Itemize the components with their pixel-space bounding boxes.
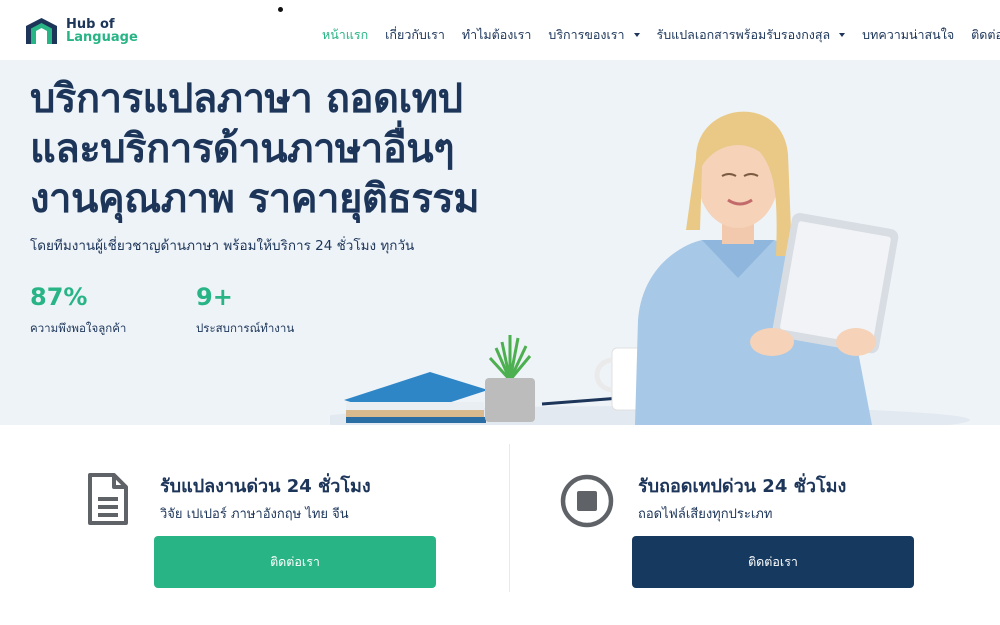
divider — [509, 444, 510, 592]
nav-item-why-us[interactable]: ทำไมต้องเรา — [462, 25, 532, 45]
hero-title-line: และบริการด้านภาษาอื่นๆ — [30, 126, 455, 172]
stat-value: 87% — [30, 283, 88, 311]
logo-wordmark: Hub of Language — [66, 18, 138, 44]
stat-label: ประสบการณ์ทำงาน — [196, 321, 295, 335]
nav-label: บริการของเรา — [548, 27, 625, 42]
card-title: รับแปลงานด่วน 24 ชั่วโมง — [160, 476, 371, 497]
nav-item-contact[interactable]: ติดต่อเรา — [971, 25, 1000, 45]
nav-label: ทำไมต้องเรา — [461, 27, 532, 42]
decorative-dot — [278, 7, 283, 12]
nav-item-home[interactable]: หน้าแรก — [322, 25, 368, 45]
stat-experience: 9+ ประสบการณ์ทำงาน — [196, 282, 294, 338]
stat-value: 9+ — [196, 283, 233, 311]
logo[interactable]: Hub of Language — [26, 18, 138, 44]
nav-label: รับแปลเอกสารพร้อมรับรองกงสุล — [656, 27, 831, 42]
nav-label: หน้าแรก — [322, 27, 369, 42]
stop-circle-icon — [560, 474, 614, 528]
card-subtitle: วิจัย เปเปอร์ ภาษาอังกฤษ ไทย จีน — [160, 507, 349, 522]
chevron-down-icon — [633, 33, 640, 37]
nav-item-articles[interactable]: บทความน่าสนใจ — [862, 25, 954, 45]
logo-line-2: Language — [66, 30, 138, 45]
card-subtitle: ถอดไฟล์เสียงทุกประเภท — [638, 507, 773, 522]
hero-title-line: บริการแปลภาษา ถอดเทป — [30, 76, 463, 122]
service-cards: รับแปลงานด่วน 24 ชั่วโมง วิจัย เปเปอร์ ภ… — [30, 426, 997, 621]
nav-label: บทความน่าสนใจ — [862, 27, 955, 42]
nav-item-certified-translation[interactable]: รับแปลเอกสารพร้อมรับรองกงสุล — [657, 25, 846, 45]
hero-subtitle: โดยทีมงานผู้เชี่ยวชาญด้านภาษา พร้อมให้บร… — [30, 238, 415, 254]
hero-section: บริการแปลภาษา ถอดเทป และบริการด้านภาษาอื… — [0, 60, 1000, 425]
main-nav: หน้าแรก เกี่ยวกับเรา ทำไมต้องเรา บริการข… — [322, 25, 1000, 45]
site-header: Hub of Language หน้าแรก เกี่ยวกับเรา ทำไ… — [0, 0, 1000, 60]
stat-label: ความพึงพอใจลูกค้า — [30, 321, 127, 335]
chevron-down-icon — [839, 33, 846, 37]
nav-label: เกี่ยวกับเรา — [385, 27, 445, 42]
contact-button-transcription[interactable]: ติดต่อเรา — [632, 536, 914, 588]
document-icon — [88, 473, 128, 525]
nav-item-services[interactable]: บริการของเรา — [548, 25, 640, 45]
nav-item-about[interactable]: เกี่ยวกับเรา — [385, 25, 445, 45]
hero-title-line: งานคุณภาพ ราคายุติธรรม — [30, 176, 480, 222]
contact-button-translation[interactable]: ติดต่อเรา — [154, 536, 436, 588]
hero-title: บริการแปลภาษา ถอดเทป และบริการด้านภาษาอื… — [30, 74, 480, 224]
card-title: รับถอดเทปด่วน 24 ชั่วโมง — [638, 476, 847, 497]
nav-label: ติดต่อเรา — [971, 27, 1000, 42]
logo-hexagon-icon — [26, 18, 57, 44]
stat-satisfaction: 87% ความพึงพอใจลูกค้า — [30, 282, 126, 338]
